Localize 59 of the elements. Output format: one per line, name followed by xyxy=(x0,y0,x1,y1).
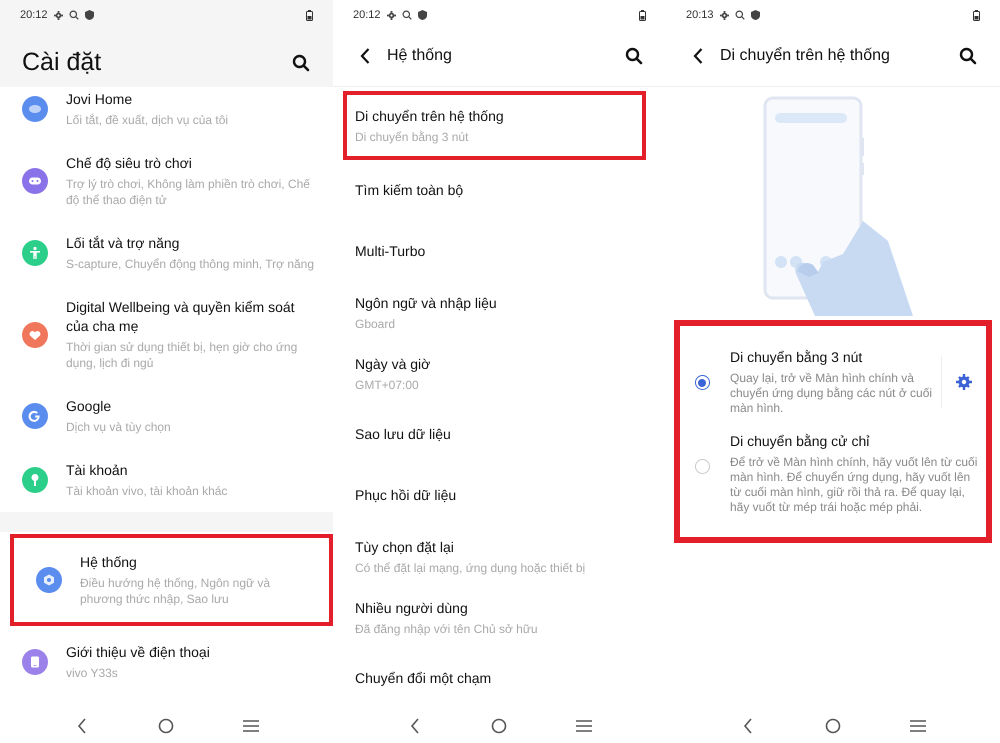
item-title: Tùy chọn đặt lại xyxy=(355,538,455,556)
item-subtitle: Có thể đặt lại mạng, ứng dụng hoặc thiết bị xyxy=(355,560,586,576)
option-description: Quay lại, trở về Màn hình chính và chuyển ứng dụng bằng các nút ở cuối màn hình. xyxy=(730,371,934,416)
item-subtitle: Dịch vụ và tùy chọn xyxy=(66,419,171,435)
item-title: Sao lưu dữ liệu xyxy=(355,425,452,444)
settings-item[interactable]: Nhiều người dùng Đã đăng nhập với tên Chủ sở hữu xyxy=(333,587,666,648)
settings-item[interactable]: Sao lưu dữ liệu xyxy=(333,404,666,465)
item-title: Ngày và giờ xyxy=(355,354,432,374)
item-subtitle: Di chuyển bằng 3 nút xyxy=(355,128,470,144)
page-title: Di chuyển trên hệ thống xyxy=(720,46,891,66)
settings-item[interactable]: Chế độ siêu trò chơi Trợ lý trò chơi, Không làm phiền trò chơi, Chế độ thể thao điện tử xyxy=(0,141,333,221)
settings-item[interactable]: Tùy chọn đặt lại Có thể đặt lại mạng, ứng dụng hoặc thiết bị xyxy=(333,526,666,587)
item-subtitle: Trợ lý trò chơi, Không làm phiền trò chơi, Chế độ thể thao điện tử xyxy=(66,176,311,208)
settings-item[interactable]: Ngày và giờ GMT+07:00 xyxy=(333,343,666,404)
item-subtitle: Tài khoản vivo, tài khoản khác xyxy=(66,483,228,499)
item-title: Tài khoản xyxy=(66,461,128,480)
item-title: Digital Wellbeing và quyền kiểm soát của cha mẹ xyxy=(66,298,296,336)
option-description: Để trở về Màn hình chính, hãy vuốt lên từ cuối màn hình. Để chuyển ứng dụng, hãy vuốt lên từ cuối màn hình, giữ rồi thả ra. Để quay lại, hãy vuốt từ mép trái hoặc mép phải. xyxy=(730,455,978,515)
page-title: Hệ thống xyxy=(387,46,453,66)
item-subtitle: GMT+07:00 xyxy=(355,376,420,392)
settings-item[interactable]: Tìm kiếm toàn bộ xyxy=(333,160,666,221)
item-title: Nhiều người dùng xyxy=(355,598,469,618)
item-title: Phục hồi dữ liệu xyxy=(355,486,458,505)
item-subtitle: Gboard xyxy=(355,316,396,332)
item-title: Lối tắt và trợ năng xyxy=(66,234,180,253)
settings-item[interactable]: Phục hồi dữ liệu xyxy=(333,465,666,526)
settings-item[interactable]: Ngôn ngữ và nhập liệu Gboard xyxy=(333,282,666,343)
option-title: Di chuyển bằng 3 nút xyxy=(730,348,864,367)
item-subtitle: Lối tắt, đề xuất, dịch vụ của tôi xyxy=(66,112,228,128)
settings-item[interactable]: Chuyển đổi một chạm xyxy=(333,648,666,709)
item-title: Ngôn ngữ và nhập liệu xyxy=(355,294,498,312)
item-title: Chuyển đổi một chạm xyxy=(355,669,492,688)
item-title: Jovi Home xyxy=(66,90,134,109)
item-subtitle: Đã đăng nhập với tên Chủ sở hữu xyxy=(355,620,539,636)
status-time: 20:12 xyxy=(353,8,381,23)
item-title: Tìm kiếm toàn bộ xyxy=(355,181,464,200)
item-title: Google xyxy=(66,397,112,416)
item-subtitle: Điều hướng hệ thống, Ngôn ngữ và phương thức nhập, Sao lưu xyxy=(80,575,272,607)
item-subtitle: Thời gian sử dụng thiết bị, hẹn giờ cho ứng dụng, lịch đi ngủ xyxy=(66,339,298,371)
option-title: Di chuyển bằng cử chỉ xyxy=(730,432,870,451)
settings-item[interactable]: Giới thiệu về điện thoại vivo Y33s xyxy=(0,628,333,696)
item-title: Hệ thống xyxy=(80,553,138,572)
settings-item[interactable]: Hệ thống Điều hướng hệ thống, Ngôn ngữ và phương thức nhập, Sao lưu xyxy=(14,538,329,622)
settings-item[interactable]: Di chuyển trên hệ thống Di chuyển bằng 3 nút xyxy=(347,95,642,156)
settings-item[interactable]: Lối tắt và trợ năng S-capture, Chuyển động thông minh, Trợ năng xyxy=(0,221,333,285)
status-time: 20:13 xyxy=(686,8,714,23)
item-title: Di chuyển trên hệ thống xyxy=(355,106,505,126)
item-subtitle: vivo Y33s xyxy=(66,665,119,681)
settings-item[interactable]: Jovi Home Lối tắt, đề xuất, dịch vụ của tôi xyxy=(0,87,333,141)
settings-item[interactable]: Multi-Turbo xyxy=(333,221,666,282)
settings-item[interactable]: Tài khoản Tài khoản vivo, tài khoản khác xyxy=(0,448,333,512)
page-title: Cài đặt xyxy=(22,47,102,78)
status-time: 20:12 xyxy=(20,8,48,23)
item-subtitle: S-capture, Chuyển động thông minh, Trợ năng xyxy=(66,256,314,272)
item-title: Chế độ siêu trò chơi xyxy=(66,154,193,173)
settings-item[interactable]: Digital Wellbeing và quyền kiểm soát của cha mẹ Thời gian sử dụng thiết bị, hẹn giờ cho ứng dụng, lịch đi ngủ xyxy=(0,285,333,384)
item-title: Giới thiệu về điện thoại xyxy=(66,643,210,662)
item-title: Multi-Turbo xyxy=(355,242,426,261)
settings-item[interactable]: Google Dịch vụ và tùy chọn xyxy=(0,384,333,448)
